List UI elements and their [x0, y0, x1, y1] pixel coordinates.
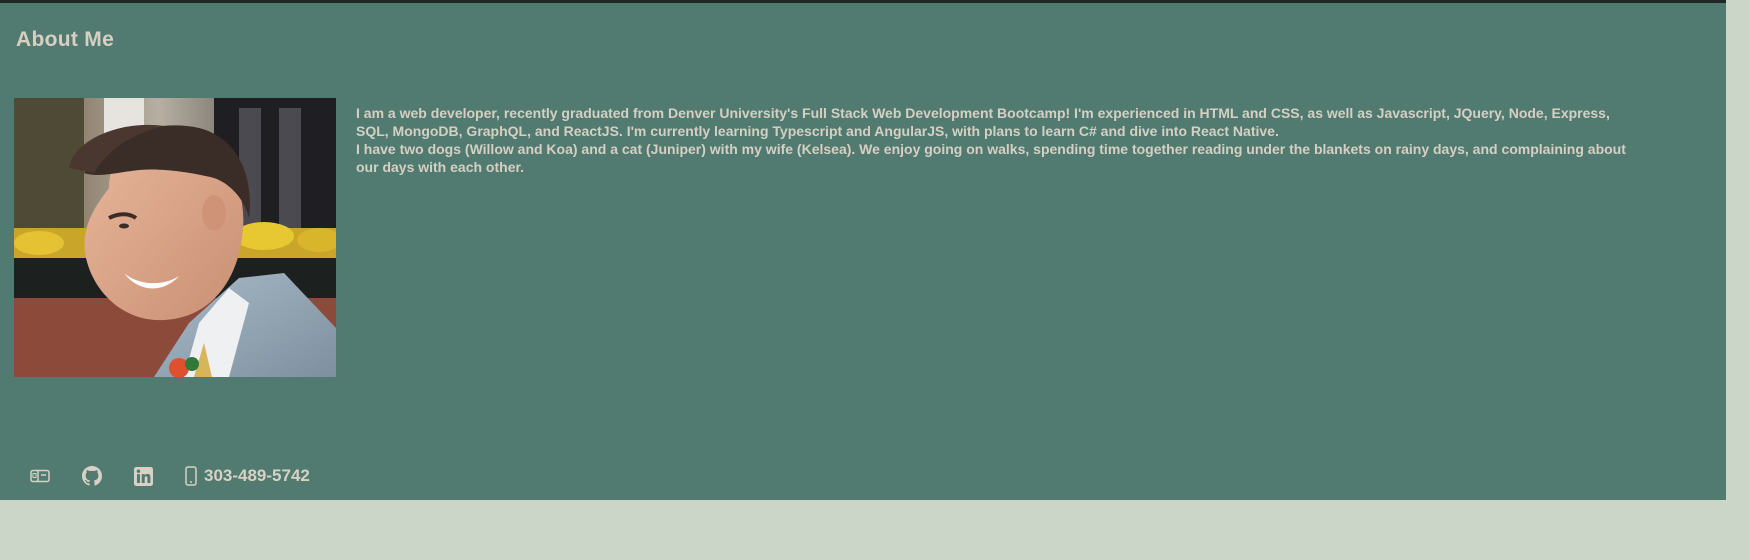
- profile-photo: [14, 98, 336, 377]
- linkedin-icon: [134, 466, 153, 486]
- email-link[interactable]: [30, 469, 50, 483]
- contact-links: 303-489-5742: [30, 463, 310, 489]
- linkedin-link[interactable]: [134, 466, 153, 486]
- about-section: About Me I am a web developer, recently …: [0, 0, 1726, 500]
- phone-icon: [185, 466, 197, 486]
- bio-paragraph-2: I have two dogs (Willow and Koa) and a c…: [356, 141, 1626, 175]
- section-title: About Me: [16, 28, 115, 51]
- mailbox-icon: [30, 469, 50, 483]
- bio-paragraph-1: I am a web developer, recently graduated…: [356, 105, 1610, 139]
- github-link[interactable]: [82, 466, 102, 486]
- github-icon: [82, 466, 102, 486]
- phone-number: 303-489-5742: [204, 466, 310, 485]
- bio: I am a web developer, recently graduated…: [356, 104, 1626, 176]
- phone-link[interactable]: 303-489-5742: [185, 466, 310, 486]
